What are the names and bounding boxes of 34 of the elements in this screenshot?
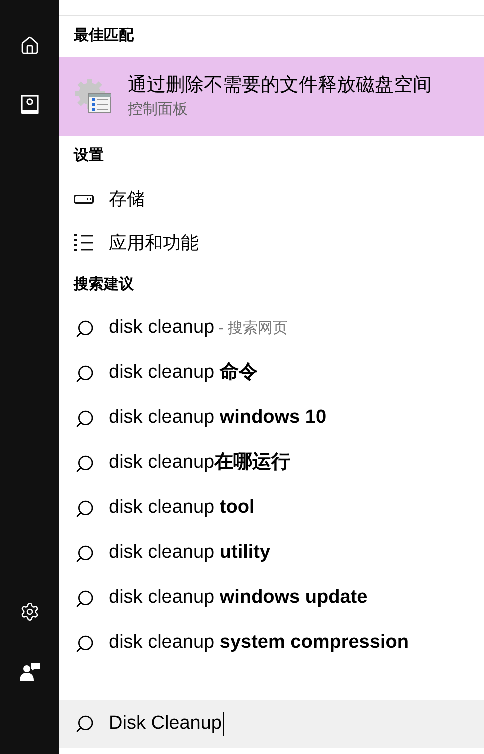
drive-icon: [74, 194, 94, 204]
search-icon: [75, 544, 95, 564]
search-icon: [75, 498, 95, 518]
suggestion-item[interactable]: disk cleanup windows 10: [59, 396, 484, 441]
search-field[interactable]: Disk Cleanup: [59, 700, 484, 748]
notebook-icon[interactable]: [20, 95, 38, 115]
search-icon: [75, 454, 95, 474]
suggestion-item[interactable]: disk cleanup tool: [59, 486, 484, 531]
suggestion-item[interactable]: disk cleanup system compression: [59, 621, 484, 666]
search-icon: [75, 634, 95, 654]
suggestion-item[interactable]: disk cleanup在哪运行: [59, 441, 484, 486]
list-icon: [74, 234, 93, 252]
settings-item[interactable]: 应用和功能: [59, 221, 484, 265]
result-title: 通过删除不需要的文件释放磁盘空间: [128, 74, 432, 98]
suggestion-item[interactable]: disk cleanup 命令: [59, 351, 484, 396]
feedback-icon[interactable]: [20, 662, 40, 682]
best-match-result[interactable]: 通过删除不需要的文件释放磁盘空间 控制面板: [59, 57, 484, 136]
text-cursor: [223, 712, 224, 736]
home-icon[interactable]: [20, 36, 40, 56]
settings-icon[interactable]: [20, 602, 40, 622]
suggestion-item[interactable]: disk cleanup - 搜索网页: [59, 306, 484, 351]
suggestion-item[interactable]: disk cleanup utility: [59, 531, 484, 576]
search-icon: [75, 318, 95, 338]
section-heading: 搜索建议: [74, 275, 134, 296]
search-icon: [75, 408, 95, 428]
result-subtitle: 控制面板: [128, 100, 189, 120]
search-icon: [75, 714, 95, 734]
search-icon: [75, 588, 95, 608]
gear-checklist-icon: [74, 76, 114, 116]
section-heading: 设置: [74, 146, 104, 166]
section-heading: 最佳匹配: [74, 26, 134, 46]
search-icon: [75, 364, 95, 384]
suggestion-item[interactable]: disk cleanup windows update: [59, 576, 484, 621]
settings-item[interactable]: 存储: [59, 177, 484, 221]
